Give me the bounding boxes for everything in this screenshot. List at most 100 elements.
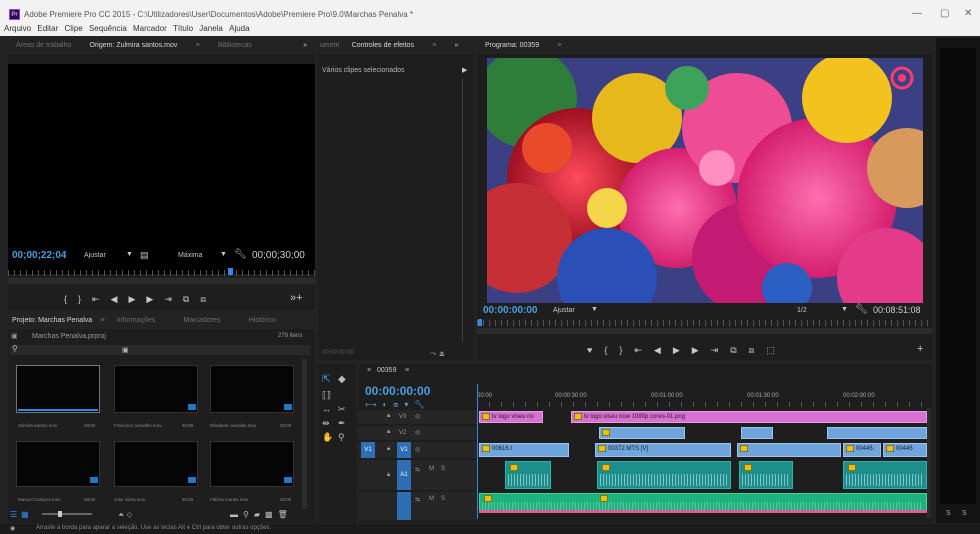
program-transport-controls[interactable]: ♥{}⇤◀▶▶⇥⧉⧈⬚ <box>587 345 787 356</box>
export-frame-icon[interactable]: ▤ <box>140 250 149 261</box>
panel-menu-icon[interactable]: ≡ <box>98 313 106 329</box>
slip-tool-icon[interactable]: ⇹ <box>322 418 330 429</box>
menu-clipe[interactable]: Clipe <box>65 22 83 36</box>
thumbnail-size-slider[interactable] <box>42 513 92 515</box>
audio-clip-music[interactable] <box>479 493 927 511</box>
hand-tool-icon[interactable]: ✋ <box>322 432 333 443</box>
sync-lock-icon[interactable]: ⇆ <box>415 496 420 503</box>
clip-thumbnail[interactable] <box>16 365 100 413</box>
solo-right-button[interactable]: S <box>962 510 967 517</box>
add-button-icon[interactable]: »+ <box>290 292 303 304</box>
source-timecode[interactable]: 00;00;22;04 <box>12 250 66 261</box>
selection-tool-icon[interactable]: ⇱ <box>322 374 330 385</box>
lock-icon[interactable]: 🔒︎ <box>387 429 390 436</box>
timeline-timecode[interactable]: 00:00:00:00 <box>365 384 430 398</box>
slider-handle[interactable] <box>58 511 62 517</box>
source-fit-dropdown[interactable]: Ajustar <box>84 252 106 259</box>
dropdown-chevron-icon[interactable]: ▼ <box>220 251 227 258</box>
sort-icon[interactable]: ⏶ ⬦ <box>118 510 132 520</box>
eye-icon[interactable]: ◎ <box>415 413 420 420</box>
dropdown-chevron-icon[interactable]: ▼ <box>126 251 133 258</box>
eye-icon[interactable]: ◎ <box>415 446 420 453</box>
audio-keyframe-line[interactable] <box>479 510 927 513</box>
panel-menu-icon[interactable]: ≡ <box>188 38 208 54</box>
project-bottom-tools[interactable]: ▬⚲▰▩🗑︎ <box>230 510 293 519</box>
overflow-icon[interactable]: » <box>447 38 467 54</box>
tab-source[interactable]: Origem: Zulmira santos.mov <box>82 38 186 54</box>
menu-marcador[interactable]: Marcador <box>133 22 167 36</box>
clip-thumbnail[interactable] <box>114 441 198 487</box>
sync-lock-icon[interactable]: ⇆ <box>415 466 420 473</box>
tab-libraries[interactable]: Bibliotecas <box>210 38 260 54</box>
program-timecode[interactable]: 00:00:00:00 <box>483 305 537 316</box>
tab-markers[interactable]: Marcadores <box>165 313 238 329</box>
lock-icon[interactable]: 🔒︎ <box>387 446 390 453</box>
lock-icon[interactable]: 🔒︎ <box>387 472 390 479</box>
sequence-tab[interactable]: 00359 <box>377 367 396 374</box>
program-resolution-dropdown[interactable]: 1/2 <box>797 307 807 314</box>
maximize-button[interactable]: ▢ <box>940 8 949 19</box>
dropdown-chevron-icon[interactable]: ▼ <box>841 306 848 313</box>
source-zoom-bar[interactable] <box>8 278 315 284</box>
pen-tool-icon[interactable]: ✒ <box>338 418 346 429</box>
clip-v1[interactable]: 00445. <box>843 443 881 457</box>
source-ruler[interactable] <box>8 270 315 276</box>
clip-thumbnail[interactable] <box>210 441 294 487</box>
clip-v3-logo[interactable]: tv logo viseu no <box>479 411 543 423</box>
panel-menu-icon[interactable]: ≡ <box>549 38 569 54</box>
project-scrollbar[interactable] <box>302 359 307 509</box>
minimize-button[interactable]: — <box>912 8 922 19</box>
new-bin-icon[interactable]: ▣ <box>122 346 129 354</box>
timeline-playhead[interactable] <box>477 384 478 519</box>
tab-lumetri[interactable]: umetri <box>318 38 341 54</box>
tab-history[interactable]: Histórico <box>241 313 284 329</box>
track-target-a2[interactable] <box>397 492 411 520</box>
program-playhead[interactable] <box>478 319 482 326</box>
program-zoom-bar[interactable] <box>477 328 932 334</box>
source-transport-controls[interactable]: {}⇤◀▶▶⇥⧉⧈ <box>64 294 217 305</box>
search-input[interactable] <box>10 345 310 355</box>
menu-sequencia[interactable]: Sequência <box>89 22 127 36</box>
tab-program[interactable]: Programa: 00359 <box>477 38 547 54</box>
overflow-icon[interactable]: » <box>295 38 315 54</box>
source-quality-dropdown[interactable]: Máxima <box>178 252 203 259</box>
wrench-icon[interactable]: 🔧︎ <box>234 249 247 260</box>
clip-thumbnail[interactable] <box>210 365 294 413</box>
solo-left-button[interactable]: S <box>946 510 951 517</box>
clip-v1[interactable] <box>737 443 841 457</box>
add-button-icon[interactable]: + <box>917 343 923 355</box>
razor-tool-icon[interactable]: ✂ <box>338 404 346 415</box>
menu-ajuda[interactable]: Ajuda <box>229 22 249 36</box>
wrench-icon[interactable]: 🔧︎ <box>855 304 868 315</box>
audio-clip[interactable] <box>505 461 551 489</box>
menu-editar[interactable]: Editar <box>37 22 58 36</box>
program-fit-dropdown[interactable]: Ajustar <box>553 307 575 314</box>
lock-icon[interactable]: 🔒︎ <box>387 413 390 420</box>
menu-arquivo[interactable]: Arquivo <box>4 22 31 36</box>
eye-icon[interactable]: ◎ <box>415 429 420 436</box>
panel-menu-icon[interactable]: ≡ <box>405 367 409 374</box>
tab-workspaces[interactable]: Áreas de trabalho <box>8 38 79 54</box>
close-sequence-icon[interactable]: × <box>367 367 371 374</box>
audio-clip[interactable] <box>739 461 793 489</box>
clip-v1[interactable]: 00616.I <box>479 443 569 457</box>
program-ruler[interactable] <box>477 320 932 326</box>
clip-v2[interactable] <box>599 427 685 439</box>
tab-info[interactable]: Informações <box>109 313 164 329</box>
clip-v1[interactable]: 00445 <box>883 443 927 457</box>
timeline-scrollbar[interactable] <box>927 408 931 518</box>
zoom-tool-icon[interactable]: ⚲ <box>338 432 345 443</box>
clip-thumbnail[interactable] <box>114 365 198 413</box>
source-patch-v1[interactable]: V1 <box>361 442 375 458</box>
panel-menu-icon[interactable]: ≡ <box>424 38 444 54</box>
audio-clip[interactable] <box>597 461 731 489</box>
ripple-edit-tool-icon[interactable]: ⟦⟧ <box>322 390 331 401</box>
clip-v2[interactable] <box>827 427 927 439</box>
close-button[interactable]: ✕ <box>964 8 972 19</box>
source-playhead[interactable] <box>228 268 233 275</box>
clip-thumbnail[interactable] <box>16 441 100 487</box>
clip-v3-logo-long[interactable]: tv logo viseu now 1080p cores-01.png <box>571 411 927 423</box>
menu-titulo[interactable]: Título <box>173 22 193 36</box>
tab-effect-controls[interactable]: Controles de efeitos <box>344 38 422 54</box>
rate-stretch-tool-icon[interactable]: ↔ <box>322 404 331 414</box>
